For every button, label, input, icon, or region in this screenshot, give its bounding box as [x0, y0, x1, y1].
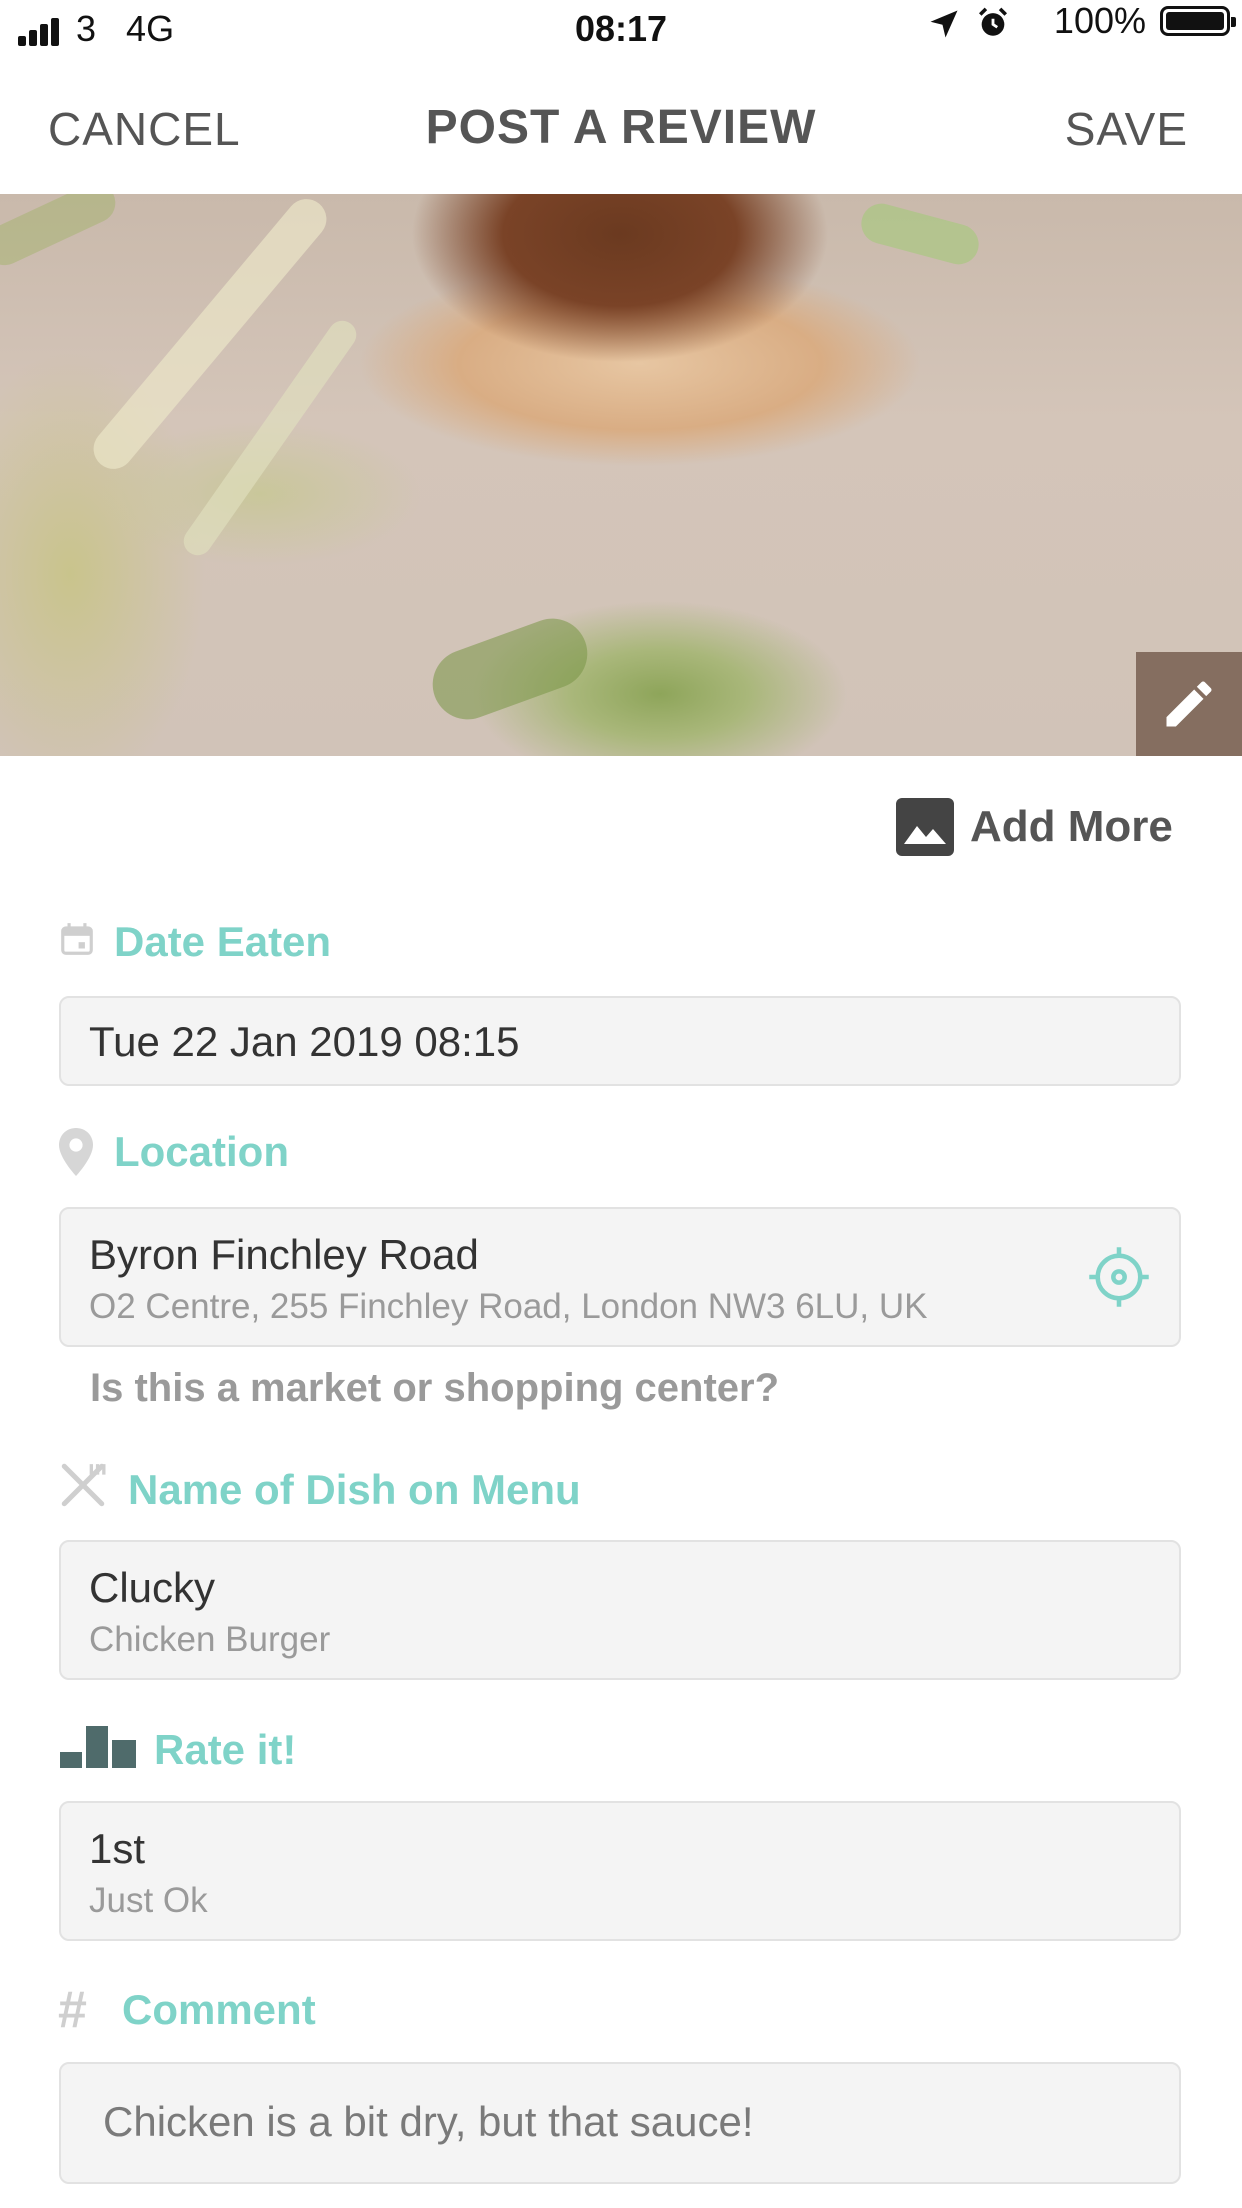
date-eaten-value: Tue 22 Jan 2019 08:15 [89, 1018, 520, 1065]
status-bar: 3 4G 08:17 100% [0, 0, 1242, 62]
crosshair-icon[interactable] [1085, 1243, 1153, 1311]
photo-lettuce [0, 194, 122, 272]
photo-lettuce [856, 199, 984, 269]
podium-icon [60, 1726, 136, 1768]
dish-label: Name of Dish on Menu [128, 1466, 581, 1513]
location-address: O2 Centre, 255 Finchley Road, London NW3… [89, 1287, 928, 1326]
image-icon [896, 798, 954, 856]
cutlery-icon [61, 1463, 106, 1507]
save-button[interactable]: SAVE [1065, 102, 1188, 156]
photo-lettuce [85, 194, 335, 478]
dish-name: Clucky [89, 1564, 216, 1611]
hashtag-icon: # [58, 1981, 87, 2039]
date-eaten-label: Date Eaten [114, 918, 332, 965]
photo-lettuce [422, 608, 598, 730]
pencil-icon [1166, 681, 1212, 727]
battery-icon [1160, 6, 1236, 36]
rating-description: Just Ok [89, 1881, 208, 1920]
comment-label: Comment [122, 1986, 316, 2033]
comment-field[interactable]: Chicken is a bit dry, but that sauce! [59, 2062, 1181, 2184]
add-more-label: Add More [970, 802, 1173, 851]
rate-it-label: Rate it! [154, 1726, 297, 1773]
date-eaten-field[interactable]: Tue 22 Jan 2019 08:15 [59, 996, 1181, 1086]
calendar-icon [61, 923, 93, 955]
rating-value: 1st [89, 1825, 146, 1872]
location-label: Location [114, 1128, 289, 1175]
nav-bar: CANCEL POST A REVIEW SAVE [0, 62, 1242, 194]
dish-field[interactable]: Clucky Chicken Burger [59, 1540, 1181, 1680]
location-arrow-icon [930, 10, 958, 38]
battery-percent: 100% [1053, 0, 1146, 41]
map-pin-icon [59, 1128, 93, 1176]
edit-photo-button[interactable] [1136, 652, 1242, 756]
alarm-icon [978, 7, 1008, 36]
location-name: Byron Finchley Road [89, 1231, 479, 1278]
market-question-link[interactable]: Is this a market or shopping center? [90, 1366, 779, 1411]
page-title: POST A REVIEW [425, 101, 817, 154]
dish-description: Chicken Burger [89, 1620, 331, 1659]
rating-field[interactable]: 1st Just Ok [59, 1801, 1181, 1941]
add-more-photos-button[interactable]: Add More [896, 796, 1178, 860]
review-photo[interactable] [0, 194, 1242, 756]
location-field[interactable]: Byron Finchley Road O2 Centre, 255 Finch… [59, 1207, 1181, 1347]
comment-value: Chicken is a bit dry, but that sauce! [103, 2098, 754, 2145]
